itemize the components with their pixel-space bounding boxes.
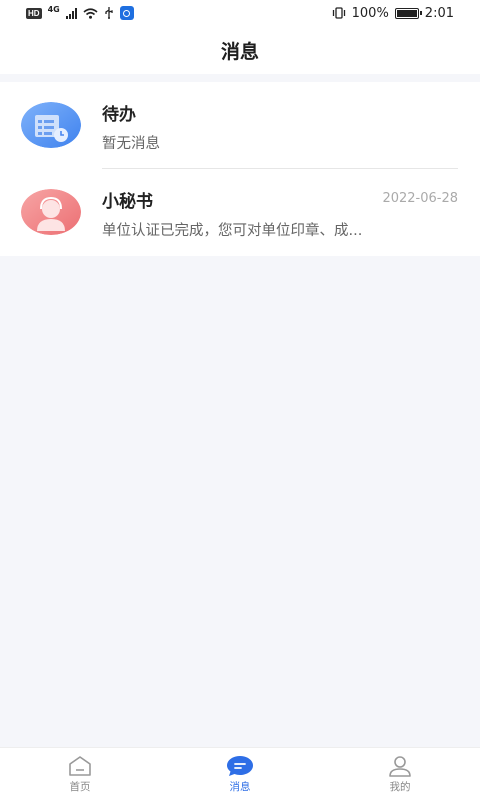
wifi-icon — [83, 7, 98, 19]
usb-icon — [105, 7, 113, 19]
list-item-todo[interactable]: 待办 暂无消息 — [0, 82, 480, 168]
tab-label: 首页 — [69, 780, 91, 793]
battery-percent: 100% — [351, 5, 389, 21]
tab-profile[interactable]: 我的 — [320, 748, 480, 800]
network-type: 4G — [47, 4, 60, 14]
bottom-tab-bar: 首页 消息 我的 — [0, 747, 480, 800]
battery-icon — [394, 7, 422, 19]
tab-label: 消息 — [229, 780, 251, 793]
tab-home[interactable]: 首页 — [0, 748, 160, 800]
home-icon — [69, 755, 91, 776]
item-title: 小秘书 — [102, 192, 153, 212]
message-bubble-icon — [227, 755, 253, 776]
clock: 2:01 — [424, 5, 454, 21]
status-bar-right: 100% 2:01 — [332, 6, 454, 21]
tab-messages[interactable]: 消息 — [160, 748, 320, 800]
item-date: 2022-06-28 — [382, 191, 458, 206]
app-notification-icon — [119, 6, 134, 20]
item-title: 待办 — [102, 105, 136, 125]
message-list: 待办 暂无消息 小秘书 2022-06-28 单位认证已完成，您可对单位印章、成… — [0, 82, 480, 256]
todo-document-icon — [21, 102, 81, 148]
signal-icon — [65, 7, 77, 19]
vibrate-icon — [332, 7, 345, 19]
item-preview: 单位认证已完成，您可对单位印章、成... — [102, 223, 363, 239]
status-bar-left: HD 4G — [26, 4, 134, 20]
item-preview: 暂无消息 — [102, 136, 160, 152]
tab-label: 我的 — [389, 780, 411, 793]
list-item-secretary[interactable]: 小秘书 2022-06-28 单位认证已完成，您可对单位印章、成... — [0, 169, 480, 255]
status-bar: HD 4G 100% 2:01 — [0, 0, 480, 26]
hd-badge: HD — [26, 7, 42, 19]
user-icon — [389, 755, 411, 777]
page-title: 消息 — [220, 40, 259, 63]
secretary-person-icon — [21, 189, 81, 235]
page-header: 消息 — [0, 26, 480, 74]
